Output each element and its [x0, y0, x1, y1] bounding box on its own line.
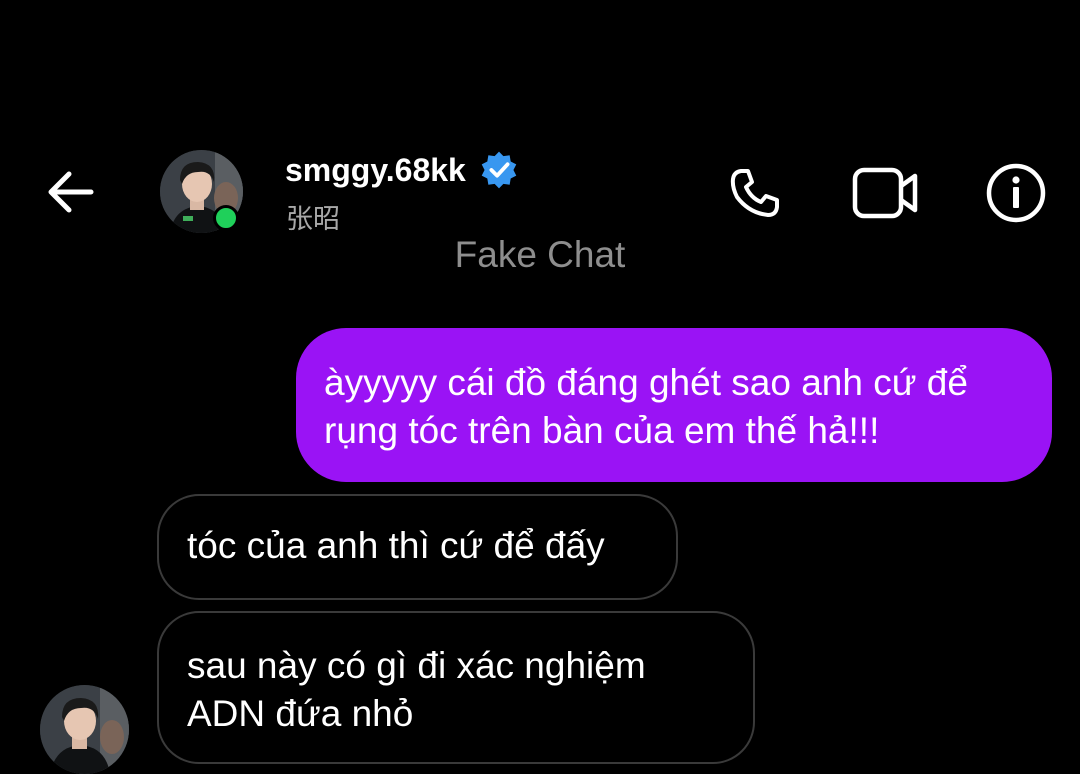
verified-badge-icon — [480, 151, 518, 189]
sent-message-bubble[interactable]: àyyyyy cái đồ đáng ghét sao anh cứ để rụ… — [296, 328, 1052, 482]
avatar-image — [40, 685, 129, 774]
online-status-dot — [213, 205, 239, 231]
message-text-line: àyyyyy cái đồ đáng ghét sao anh cứ để — [324, 362, 968, 403]
received-message-bubble[interactable]: sau này có gì đi xác nghiệm ADN đứa nhỏ — [157, 611, 755, 764]
audio-call-button[interactable] — [722, 160, 788, 226]
contact-name-row[interactable]: smggy.68kk — [285, 148, 518, 192]
message-text-line: sau này có gì đi xác nghiệm — [187, 645, 646, 686]
video-camera-icon — [852, 167, 918, 219]
chat-watermark-label: Fake Chat — [454, 234, 626, 275]
message-text-line: rụng tóc trên bàn của em thế hả!!! — [324, 410, 880, 451]
received-message-bubble[interactable]: tóc của anh thì cứ để đấy — [157, 494, 678, 600]
contact-display-name: 张昭 — [286, 204, 340, 235]
back-arrow-icon — [48, 171, 94, 213]
phone-icon — [730, 169, 779, 217]
username: smggy.68kk — [285, 152, 466, 188]
info-icon — [986, 163, 1046, 223]
conversation-info-button[interactable] — [983, 160, 1049, 226]
sender-avatar[interactable] — [40, 685, 129, 774]
message-text-line: ADN đứa nhỏ — [187, 693, 414, 734]
message-text-line: tóc của anh thì cứ để đấy — [187, 525, 605, 566]
video-call-button[interactable] — [849, 160, 923, 226]
back-button[interactable] — [40, 162, 100, 222]
